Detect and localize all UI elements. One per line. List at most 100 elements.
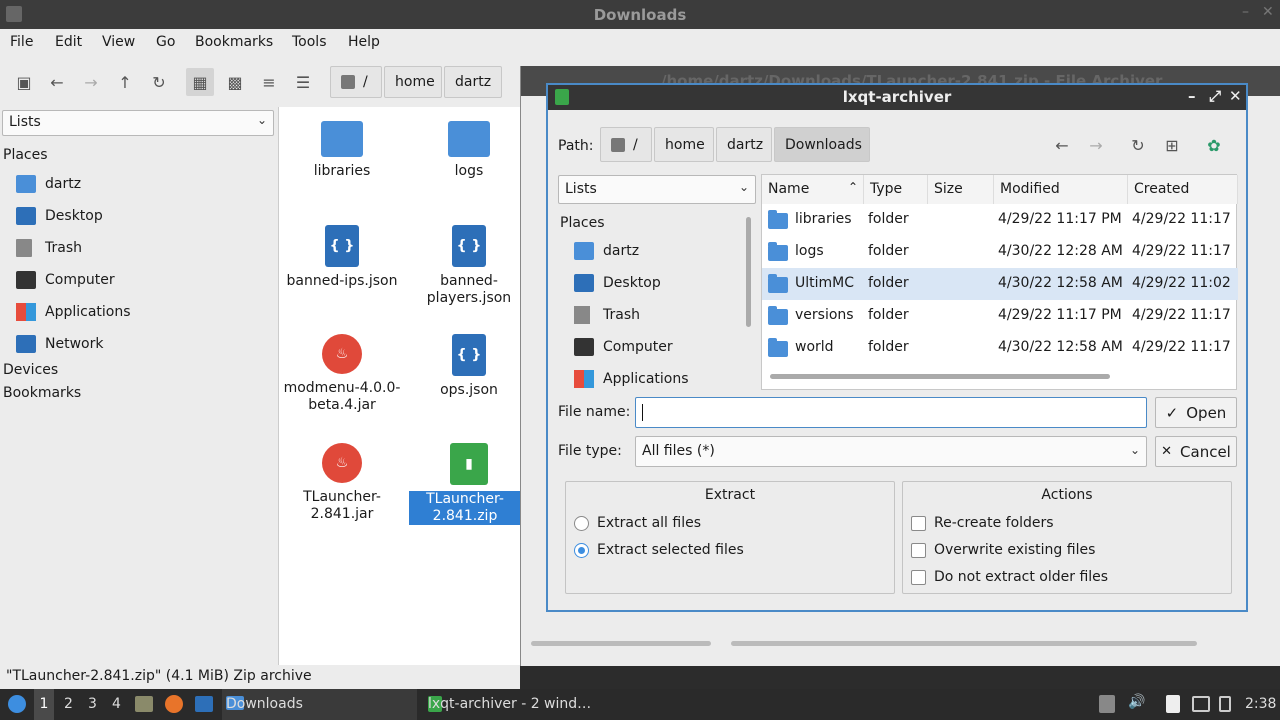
sidebar-item-applications[interactable]: Applications bbox=[16, 299, 131, 325]
overwrite-option[interactable]: Overwrite existing files bbox=[911, 542, 1095, 558]
sidebar-item-network[interactable]: Network bbox=[16, 331, 103, 357]
file-item[interactable]: { } banned-players.json bbox=[409, 225, 529, 307]
forward-icon[interactable]: → bbox=[77, 68, 105, 96]
sidebar-item-desktop[interactable]: Desktop bbox=[16, 203, 103, 229]
task-downloads[interactable]: Downloads bbox=[222, 689, 417, 720]
extract-selected-option[interactable]: Extract selected files bbox=[574, 542, 744, 558]
desktop-4[interactable]: 4 bbox=[112, 696, 121, 712]
extract-all-option[interactable]: Extract all files bbox=[574, 515, 701, 531]
dialog-path-dartz-button[interactable]: dartz bbox=[716, 127, 772, 162]
file-item[interactable]: { } ops.json bbox=[409, 334, 529, 399]
start-menu-icon[interactable] bbox=[8, 695, 26, 713]
table-row[interactable]: versions folder 4/29/22 11:17 PM 4/29/22 11… bbox=[762, 300, 1238, 332]
dialog-path-root-button[interactable]: / bbox=[600, 127, 652, 162]
recreate-folders-option[interactable]: Re-create folders bbox=[911, 515, 1054, 531]
archiver-scrollbar[interactable] bbox=[731, 641, 1197, 646]
sidebar-item-trash[interactable]: Trash bbox=[16, 235, 82, 261]
file-item[interactable]: { } banned-ips.json bbox=[282, 225, 402, 290]
sidebar-item-dartz[interactable]: dartz bbox=[16, 171, 81, 197]
table-row[interactable]: libraries folder 4/29/22 11:17 PM 4/29/22 1… bbox=[762, 204, 1238, 236]
dialog-forward-icon[interactable]: → bbox=[1082, 131, 1110, 159]
column-header-created[interactable]: Created bbox=[1128, 175, 1238, 204]
path-home-button[interactable]: home bbox=[384, 66, 442, 98]
reload-icon[interactable]: ↻ bbox=[145, 68, 173, 96]
tray-volume-icon[interactable]: 🔊 bbox=[1128, 694, 1145, 710]
radio-extract-selected[interactable] bbox=[574, 542, 589, 558]
menu-tools[interactable]: Tools bbox=[292, 34, 327, 50]
dialog-close-icon[interactable]: ✕ bbox=[1229, 87, 1242, 105]
menu-go[interactable]: Go bbox=[156, 34, 175, 50]
checkbox-overwrite[interactable] bbox=[911, 542, 926, 558]
open-button[interactable]: ✓ Open bbox=[1155, 397, 1237, 428]
tray-keyboard-icon[interactable] bbox=[1219, 696, 1231, 712]
filetype-select[interactable]: All files (*) ⌄ bbox=[635, 436, 1147, 467]
menu-bookmarks[interactable]: Bookmarks bbox=[195, 34, 273, 50]
table-row[interactable]: world folder 4/30/22 12:58 AM 4/29/22 11:17… bbox=[762, 332, 1238, 364]
dialog-place-applications[interactable]: Applications bbox=[574, 366, 689, 392]
menu-edit[interactable]: Edit bbox=[55, 34, 82, 50]
tray-clipboard-icon[interactable] bbox=[1166, 695, 1180, 713]
file-item-selected[interactable]: ▮ TLauncher-2.841.zip bbox=[409, 443, 529, 525]
radio-extract-all[interactable] bbox=[574, 515, 589, 531]
path-root-button[interactable]: / bbox=[330, 66, 382, 98]
file-item[interactable]: ♨ modmenu-4.0.0-beta.4.jar bbox=[282, 334, 402, 414]
cancel-button[interactable]: ✕ Cancel bbox=[1155, 436, 1237, 467]
dialog-place-dartz[interactable]: dartz bbox=[574, 238, 639, 264]
file-item[interactable]: logs bbox=[409, 117, 529, 180]
menu-file[interactable]: File bbox=[10, 34, 33, 50]
sidebar-item-computer[interactable]: Computer bbox=[16, 267, 115, 293]
icon-view-icon[interactable]: ▦ bbox=[186, 68, 214, 96]
detail-view-icon[interactable]: ☰ bbox=[289, 68, 317, 96]
up-icon[interactable]: ↑ bbox=[111, 68, 139, 96]
tray-eject-icon[interactable] bbox=[1099, 695, 1115, 713]
table-row[interactable]: logs folder 4/30/22 12:28 AM 4/29/22 11:17 … bbox=[762, 236, 1238, 268]
dialog-reload-icon[interactable]: ↻ bbox=[1124, 131, 1152, 159]
file-manager-launcher-icon[interactable] bbox=[135, 696, 153, 712]
clock[interactable]: 2:38 bbox=[1245, 696, 1276, 712]
dialog-path-home-button[interactable]: home bbox=[654, 127, 714, 162]
sidebar-view-combo[interactable]: Lists ⌄ bbox=[2, 110, 274, 136]
dialog-place-desktop[interactable]: Desktop bbox=[574, 270, 661, 296]
dialog-view-combo[interactable]: Lists ⌄ bbox=[558, 175, 756, 204]
dialog-minimize-icon[interactable]: – bbox=[1188, 87, 1196, 105]
menu-view[interactable]: View bbox=[102, 34, 135, 50]
filename-input[interactable] bbox=[635, 397, 1147, 428]
archiver-scrollbar[interactable] bbox=[531, 641, 711, 646]
no-older-option[interactable]: Do not extract older files bbox=[911, 569, 1108, 585]
desktop-2[interactable]: 2 bbox=[64, 696, 73, 712]
thumbnail-view-icon[interactable]: ▩ bbox=[221, 68, 249, 96]
window-minimize-icon[interactable]: – bbox=[1242, 4, 1249, 20]
new-window-icon[interactable]: ▣ bbox=[10, 68, 38, 96]
places-scrollbar[interactable] bbox=[746, 217, 751, 327]
task-archiver[interactable]: lxqt-archiver - 2 wind… bbox=[424, 689, 624, 720]
desktop-3[interactable]: 3 bbox=[88, 696, 97, 712]
dialog-place-computer[interactable]: Computer bbox=[574, 334, 673, 360]
column-header-size[interactable]: Size bbox=[928, 175, 994, 204]
checkbox-no-older[interactable] bbox=[911, 569, 926, 585]
compact-view-icon[interactable]: ≡ bbox=[255, 68, 283, 96]
dialog-place-trash[interactable]: Trash bbox=[574, 302, 640, 328]
java-jar-icon: ♨ bbox=[322, 443, 362, 483]
file-item[interactable]: libraries bbox=[282, 117, 402, 180]
desktop-1[interactable]: 1 bbox=[34, 689, 54, 720]
back-icon[interactable]: ← bbox=[43, 68, 71, 96]
dialog-maximize-icon[interactable]: ⤢ bbox=[1209, 87, 1221, 105]
dialog-places-header: Places bbox=[560, 215, 605, 231]
column-header-modified[interactable]: Modified bbox=[994, 175, 1128, 204]
menu-help[interactable]: Help bbox=[348, 34, 380, 50]
checkbox-recreate-folders[interactable] bbox=[911, 515, 926, 531]
dialog-settings-icon[interactable]: ✿ bbox=[1200, 131, 1228, 159]
tray-network-icon[interactable] bbox=[1192, 696, 1210, 712]
file-item[interactable]: ♨ TLauncher-2.841.jar bbox=[282, 443, 402, 523]
dialog-new-folder-icon[interactable]: ⊞ bbox=[1158, 131, 1186, 159]
path-dartz-button[interactable]: dartz bbox=[444, 66, 502, 98]
dialog-path-downloads-button[interactable]: Downloads bbox=[774, 127, 870, 162]
dialog-back-icon[interactable]: ← bbox=[1048, 131, 1076, 159]
column-header-type[interactable]: Type bbox=[864, 175, 928, 204]
firefox-launcher-icon[interactable] bbox=[165, 695, 183, 713]
show-desktop-icon[interactable] bbox=[195, 696, 213, 712]
table-horizontal-scrollbar[interactable] bbox=[770, 374, 1110, 379]
table-row-selected[interactable]: UltimMC folder 4/30/22 12:58 AM 4/29/22 11:… bbox=[762, 268, 1238, 300]
window-close-icon[interactable]: ✕ bbox=[1262, 4, 1274, 20]
column-header-name[interactable]: Name ⌃ bbox=[762, 175, 864, 204]
